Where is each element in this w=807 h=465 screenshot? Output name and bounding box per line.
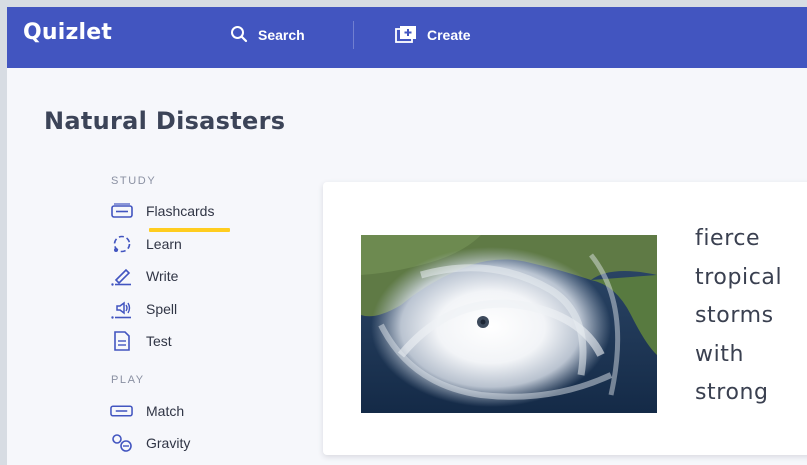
page-title: Natural Disasters — [44, 107, 286, 135]
spell-icon — [110, 299, 133, 319]
sidebar-item-write[interactable]: Write — [110, 264, 178, 288]
create-label: Create — [427, 27, 471, 43]
test-icon — [110, 331, 133, 351]
nav-divider — [353, 21, 354, 49]
study-section-label: STUDY — [111, 175, 157, 187]
search-icon — [230, 25, 248, 46]
create-button[interactable]: Create — [395, 23, 471, 47]
flashcard[interactable]: fierce tropical storms with strong — [323, 182, 807, 455]
hurricane-satellite-image — [361, 235, 657, 413]
gravity-icon — [110, 433, 133, 453]
create-icon — [395, 25, 417, 46]
sidebar-item-label: Write — [146, 268, 179, 284]
sidebar-item-spell[interactable]: Spell — [110, 297, 177, 321]
top-bar: Quizlet Search Create — [7, 7, 807, 68]
sidebar-item-label: Gravity — [146, 435, 191, 451]
sidebar-item-label: Match — [146, 403, 185, 419]
sidebar-item-gravity[interactable]: Gravity — [110, 431, 190, 455]
write-icon — [110, 266, 133, 286]
card-definition: fierce tropical storms with strong — [695, 220, 807, 413]
quizlet-logo[interactable]: Quizlet — [23, 20, 112, 45]
definition-line: storms — [695, 303, 774, 328]
sidebar-item-test[interactable]: Test — [110, 329, 172, 353]
search-label: Search — [258, 27, 305, 43]
sidebar-item-label: Flashcards — [146, 203, 215, 219]
sidebar-item-label: Test — [146, 333, 172, 349]
sidebar-item-flashcards[interactable]: Flashcards — [110, 199, 214, 223]
sidebar-item-label: Learn — [146, 236, 182, 252]
flashcards-icon — [110, 201, 133, 221]
match-icon — [110, 401, 133, 421]
definition-line: with — [695, 341, 745, 367]
learn-icon — [110, 234, 133, 254]
search-button[interactable]: Search — [230, 23, 305, 47]
definition-line: strong — [695, 380, 769, 405]
sidebar-item-match[interactable]: Match — [110, 399, 184, 423]
play-section-label: PLAY — [111, 374, 145, 386]
definition-line: tropical — [695, 264, 783, 290]
sidebar-item-learn[interactable]: Learn — [110, 232, 182, 256]
app-frame: Quizlet Search Create Natural Disasters … — [7, 7, 807, 465]
sidebar-item-label: Spell — [146, 301, 178, 317]
definition-line: fierce — [695, 226, 761, 251]
